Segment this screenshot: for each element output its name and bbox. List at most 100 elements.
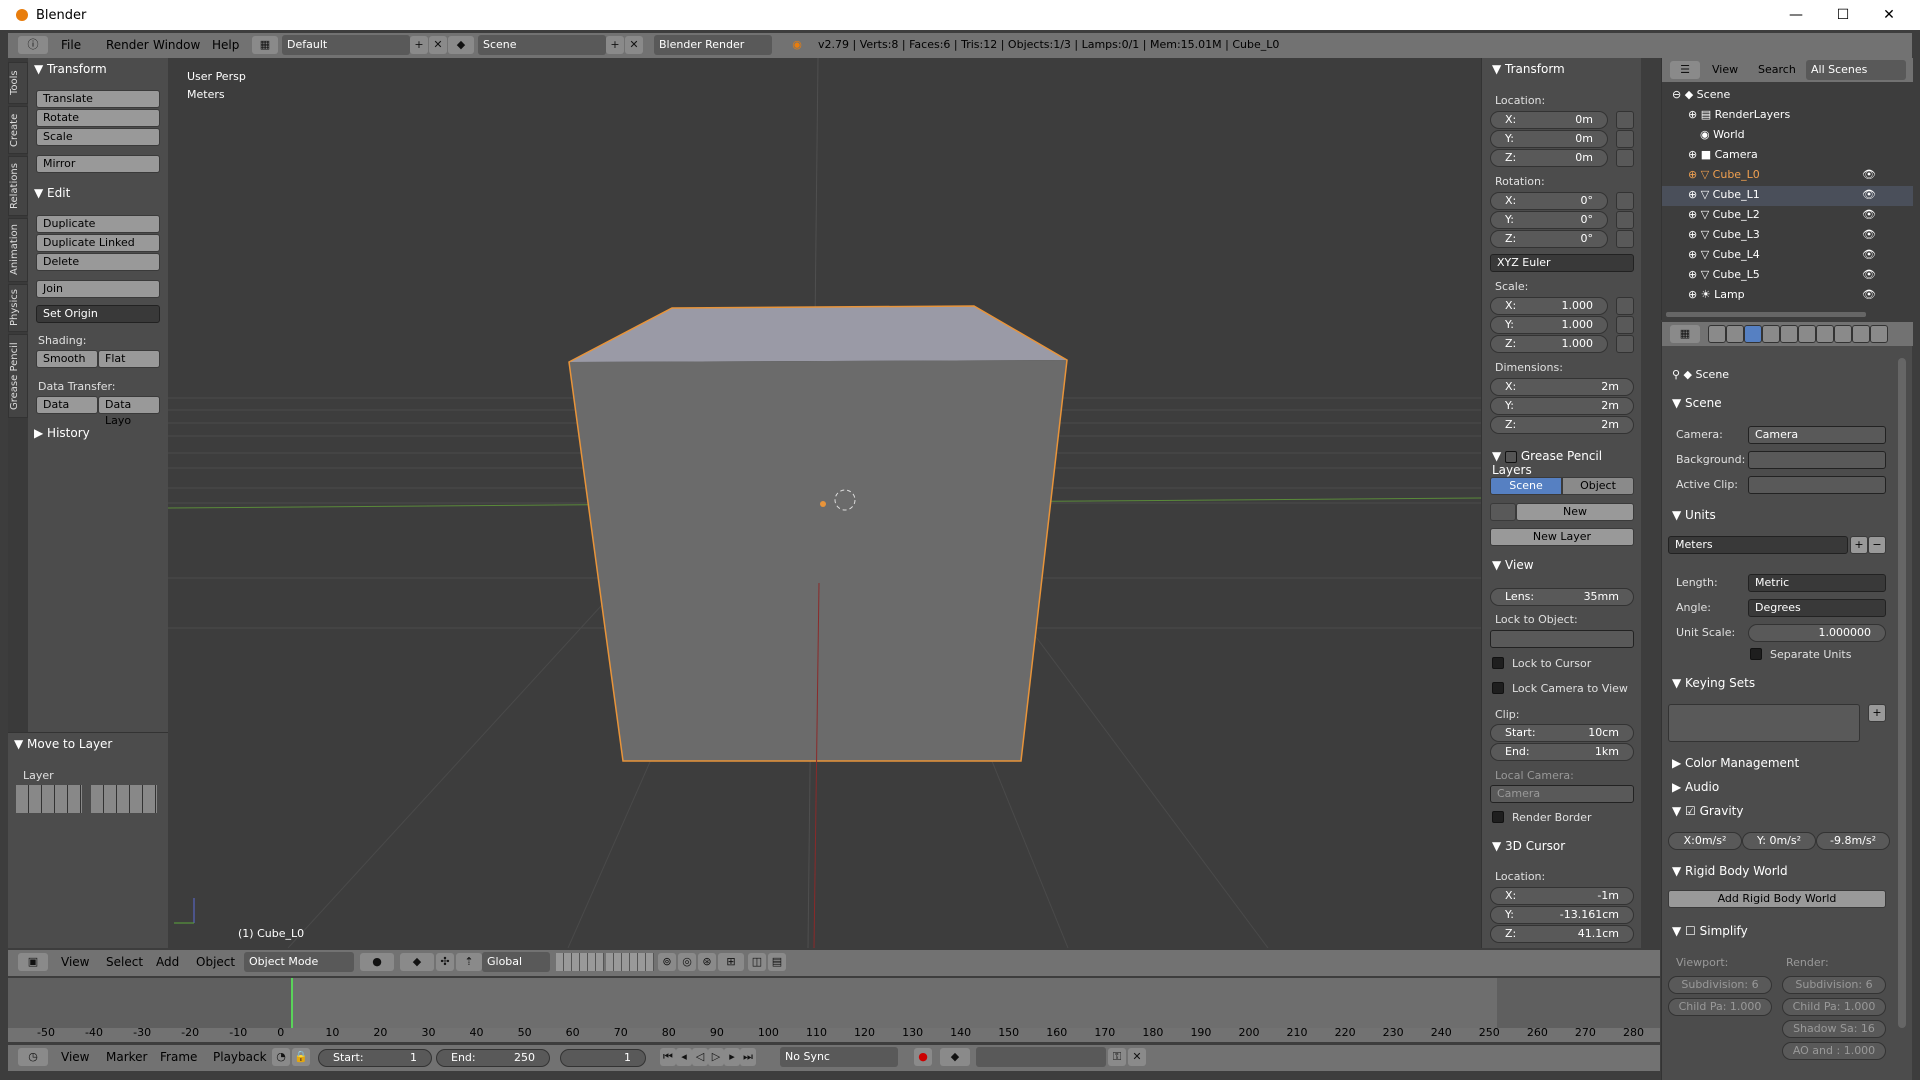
tab-grease-pencil[interactable]: Grease Pencil bbox=[8, 334, 28, 418]
outliner-item-cube-l4[interactable]: ⊕ ▽ Cube_L4 bbox=[1688, 248, 1760, 261]
current-frame-indicator[interactable] bbox=[291, 978, 293, 1028]
color-management-header[interactable]: ▶ Color Management bbox=[1672, 756, 1799, 770]
unit-presets-dropdown[interactable]: Meters bbox=[1668, 536, 1848, 554]
outliner-item-cube-l0[interactable]: ⊕ ▽ Cube_L0 bbox=[1688, 168, 1760, 181]
proportional-falloff-icon[interactable]: ◎ bbox=[678, 953, 696, 971]
scale-z-field[interactable]: Z: 1.000 bbox=[1490, 335, 1608, 353]
lock-icon[interactable] bbox=[1616, 192, 1634, 210]
properties-editor-icon[interactable]: ▦ bbox=[1670, 325, 1700, 343]
simplify-header[interactable]: ▼ ☐ Simplify bbox=[1672, 924, 1748, 938]
proportional-edit-icon[interactable]: ⊚ bbox=[658, 953, 676, 971]
outliner-scrollbar[interactable] bbox=[1666, 312, 1866, 317]
timeline-menu-playback[interactable]: Playback bbox=[213, 1050, 267, 1064]
cursor-y-field[interactable]: Y: -13.161cm bbox=[1490, 906, 1634, 924]
gravity-z-field[interactable]: -9.8m/s² bbox=[1816, 832, 1890, 850]
visibility-eye-icon[interactable]: 👁 bbox=[1862, 248, 1876, 261]
grease-pencil-layers-header[interactable]: ▼ Grease Pencil Layers bbox=[1492, 449, 1641, 477]
menu-help[interactable]: Help bbox=[212, 38, 239, 52]
scene-layers-grid[interactable] bbox=[556, 953, 604, 971]
lock-icon[interactable] bbox=[1616, 149, 1634, 167]
record-icon[interactable]: ● bbox=[914, 1048, 932, 1066]
keying-set-icon[interactable]: ◆ bbox=[940, 1048, 970, 1066]
scene-section-header[interactable]: ▼ Scene bbox=[1672, 396, 1722, 410]
length-unit-dropdown[interactable]: Metric bbox=[1748, 574, 1886, 592]
audio-header[interactable]: ▶ Audio bbox=[1672, 780, 1719, 794]
info-editor-type-icon[interactable]: ⓘ bbox=[18, 36, 48, 54]
gp-object-tab[interactable]: Object bbox=[1562, 477, 1634, 495]
outliner-item-cube-l1[interactable]: ⊕ ▽ Cube_L1 bbox=[1688, 188, 1760, 201]
lock-range-icon[interactable]: 🔒 bbox=[292, 1048, 310, 1066]
menu-render[interactable]: Render bbox=[106, 38, 149, 52]
new-layer-button[interactable]: New Layer bbox=[1490, 528, 1634, 546]
unit-scale-field[interactable]: 1.000000 bbox=[1748, 624, 1886, 642]
dimension-x-field[interactable]: X: 2m bbox=[1490, 378, 1634, 396]
outliner-menu-search[interactable]: Search bbox=[1758, 63, 1796, 76]
opengl-render-icon[interactable]: ◫ bbox=[748, 953, 766, 971]
outliner-item-cube-l2[interactable]: ⊕ ▽ Cube_L2 bbox=[1688, 208, 1760, 221]
clip-end-field[interactable]: End: 1km bbox=[1490, 743, 1634, 761]
orientation-dropdown[interactable]: Global bbox=[482, 952, 550, 972]
transform-panel-header[interactable]: ▼ Transform bbox=[1492, 62, 1565, 76]
3d-viewport[interactable]: User Persp Meters (1) Cube_L0 bbox=[168, 58, 1481, 948]
start-frame-field[interactable]: Start: 1 bbox=[318, 1049, 432, 1067]
scene-camera-field[interactable]: Camera bbox=[1748, 426, 1886, 444]
dimension-y-field[interactable]: Y: 2m bbox=[1490, 397, 1634, 415]
keying-sets-list[interactable] bbox=[1668, 704, 1860, 742]
delete-keyframe-icon[interactable]: ✕ bbox=[1128, 1048, 1146, 1066]
rotation-z-field[interactable]: Z: 0° bbox=[1490, 230, 1608, 248]
timeline-menu-frame[interactable]: Frame bbox=[160, 1050, 197, 1064]
gp-scene-tab[interactable]: Scene bbox=[1490, 477, 1562, 495]
world-tab-icon[interactable] bbox=[1762, 325, 1780, 343]
visibility-eye-icon[interactable]: 👁 bbox=[1862, 288, 1876, 301]
render-layers-tab-icon[interactable] bbox=[1726, 325, 1744, 343]
menu-view[interactable]: View bbox=[61, 955, 89, 969]
render-engine-dropdown[interactable]: Blender Render bbox=[654, 35, 772, 55]
tab-tools[interactable]: Tools bbox=[8, 62, 28, 104]
outliner-item-cube-l5[interactable]: ⊕ ▽ Cube_L5 bbox=[1688, 268, 1760, 281]
play-icon[interactable]: ▷ bbox=[708, 1048, 724, 1066]
new-gp-button[interactable]: New bbox=[1516, 503, 1634, 521]
scene-icon[interactable]: ◆ bbox=[448, 36, 474, 54]
lens-field[interactable]: Lens: 35mm bbox=[1490, 588, 1634, 606]
insert-keyframe-icon[interactable]: ⚿ bbox=[1108, 1048, 1126, 1066]
visibility-eye-icon[interactable]: 👁 bbox=[1862, 168, 1876, 181]
menu-window[interactable]: Window bbox=[153, 38, 200, 52]
pivot-point-icon[interactable]: ◆ bbox=[400, 953, 434, 971]
pencil-icon[interactable] bbox=[1490, 503, 1516, 521]
location-y-field[interactable]: Y: 0m bbox=[1490, 130, 1608, 148]
visibility-eye-icon[interactable]: 👁 bbox=[1862, 188, 1876, 201]
angle-unit-dropdown[interactable]: Degrees bbox=[1748, 599, 1886, 617]
scene-layers-grid[interactable] bbox=[606, 953, 654, 971]
lock-icon[interactable] bbox=[1616, 335, 1634, 353]
texture-tab-icon[interactable] bbox=[1870, 325, 1888, 343]
tab-animation[interactable]: Animation bbox=[8, 218, 28, 282]
remove-scene-icon[interactable]: ✕ bbox=[625, 36, 643, 54]
rotation-mode-dropdown[interactable]: XYZ Euler bbox=[1490, 254, 1634, 272]
manipulator-translate-icon[interactable]: ⇡ bbox=[456, 953, 482, 971]
layer-grid-left[interactable] bbox=[16, 785, 82, 813]
clip-start-field[interactable]: Start: 10cm bbox=[1490, 724, 1634, 742]
units-section-header[interactable]: ▼ Units bbox=[1672, 508, 1716, 522]
transform-header[interactable]: ▼ Transform bbox=[34, 62, 107, 76]
outliner-item-cube-l3[interactable]: ⊕ ▽ Cube_L3 bbox=[1688, 228, 1760, 241]
set-origin-dropdown[interactable]: Set Origin bbox=[36, 305, 160, 323]
render-border-checkbox[interactable] bbox=[1492, 811, 1504, 823]
outliner-editor-icon[interactable]: ☰ bbox=[1670, 61, 1700, 79]
layer-grid-right[interactable] bbox=[91, 785, 157, 813]
properties-scrollbar[interactable] bbox=[1898, 358, 1906, 1028]
child-particles-render-field[interactable]: Child Pa: 1.000 bbox=[1782, 998, 1886, 1016]
smooth-button[interactable]: Smooth bbox=[36, 350, 98, 368]
outliner-item-renderlayers[interactable]: ⊕ ▤ RenderLayers bbox=[1688, 108, 1790, 121]
join-button[interactable]: Join bbox=[36, 280, 160, 298]
current-frame-field[interactable]: 1 bbox=[560, 1049, 646, 1067]
preview-range-icon[interactable]: ◔ bbox=[272, 1048, 290, 1066]
lock-icon[interactable] bbox=[1616, 316, 1634, 334]
timeline-area[interactable]: -50 -40 -30 -20 -10 0 10 20 30 40 50 60 70 80 90 100 110… bbox=[8, 978, 1660, 1042]
close-button[interactable]: ✕ bbox=[1866, 0, 1912, 30]
data-tab-icon[interactable] bbox=[1834, 325, 1852, 343]
tab-physics[interactable]: Physics bbox=[8, 284, 28, 332]
move-to-layer-header[interactable]: ▼ Move to Layer bbox=[14, 737, 112, 751]
local-camera-field[interactable]: Camera bbox=[1490, 785, 1634, 803]
outliner-item-lamp[interactable]: ⊕ ☀ Lamp bbox=[1688, 288, 1745, 301]
visibility-eye-icon[interactable]: 👁 bbox=[1862, 208, 1876, 221]
